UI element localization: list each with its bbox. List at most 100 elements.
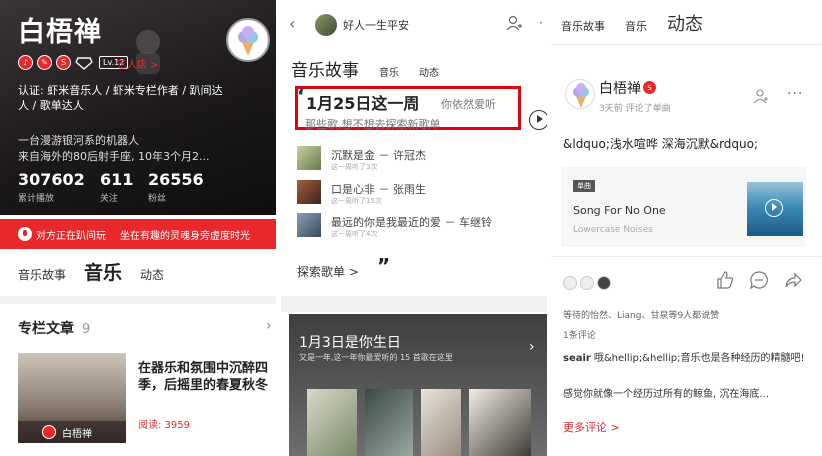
- chevron-right-icon[interactable]: ›: [266, 318, 272, 334]
- liker-avatar: [580, 276, 594, 290]
- user-avatar[interactable]: [315, 14, 337, 36]
- song-play-count: 这一周听了4次: [331, 230, 378, 238]
- profile-tabs: 音乐故事 音乐 动态: [18, 258, 164, 285]
- comment: seair 哦&hellip;&hellip;音乐也是各种经历的精髓吧!: [563, 351, 808, 367]
- play-icon[interactable]: [765, 199, 783, 217]
- section-divider: [0, 296, 276, 304]
- tab-music[interactable]: 音乐: [625, 18, 647, 34]
- comment-text-line2: 感觉你就像一个经历过所有的鲸鱼, 沉在海底...: [563, 389, 769, 400]
- back-arrow-icon[interactable]: ‹: [289, 14, 295, 33]
- quote-mark-icon: ‘: [297, 84, 305, 108]
- liker-avatar: [563, 276, 577, 290]
- comment-author[interactable]: seair: [563, 353, 591, 364]
- likes-summary[interactable]: 等待的怡然、Liang、甘泉等9人都说赞: [563, 308, 719, 321]
- profile-bio: 一台漫游银河系的机器人: [18, 134, 139, 147]
- profile-panel: 白梧禅 ♪ ✎ S Lv.12 艺人店 > 认证: 虾米音乐人 / 虾米专栏作者…: [0, 0, 276, 456]
- song-play-count: 这一周听了15次: [331, 197, 382, 205]
- diamond-icon: [75, 56, 93, 70]
- song-title[interactable]: 最远的你是我最近的爱 － 车继铃: [331, 214, 492, 230]
- add-user-icon[interactable]: [753, 88, 769, 104]
- comment-count: 1条评论: [563, 331, 596, 341]
- profile-certification: 认证: 虾米音乐人 / 虾米专栏作者 / 趴间达人 / 歌单达人: [18, 84, 223, 112]
- divider: [551, 256, 822, 257]
- section-divider: [281, 296, 547, 312]
- share-icon[interactable]: [783, 270, 803, 290]
- divider: [551, 44, 822, 45]
- chevron-right-icon[interactable]: ›: [529, 339, 535, 355]
- live-room-slogan: 坐在有趣的灵魂身旁虚度时光: [120, 230, 250, 242]
- tab-music-story[interactable]: 音乐故事: [18, 266, 66, 283]
- tab-music[interactable]: 音乐: [379, 64, 399, 79]
- article-cover-image[interactable]: 白梧禅: [18, 353, 126, 443]
- play-icon[interactable]: [529, 110, 547, 130]
- tab-music[interactable]: 音乐: [84, 258, 122, 285]
- profile-avatar[interactable]: [226, 18, 270, 62]
- weekly-text: 你依然爱听: [441, 98, 496, 111]
- single-tag: 单曲: [573, 180, 595, 192]
- song-cover[interactable]: [297, 213, 321, 237]
- badge-talent-icon: S: [56, 55, 71, 70]
- astronaut-decoration-icon: [136, 30, 160, 74]
- live-room-bar[interactable]: 对方正在趴间玩 坐在有趣的灵魂身旁虚度时光: [0, 219, 276, 249]
- article-title[interactable]: 在器乐和氛围中沉醉四季，后摇里的春夏秋冬: [138, 360, 270, 394]
- song-play-count: 这一周听了3次: [331, 163, 378, 171]
- article-author-tag: 白梧禅: [18, 421, 126, 443]
- more-comments-link[interactable]: 更多评论 >: [563, 419, 620, 435]
- weekly-date: 1月25日这一周: [306, 94, 420, 113]
- album-cover[interactable]: [469, 389, 531, 456]
- column-articles-header[interactable]: 专栏文章 9: [18, 318, 90, 338]
- article-read-count: 阅读: 3959: [138, 420, 190, 431]
- post-meta: 3天前 评论了单曲: [599, 104, 671, 114]
- post-author[interactable]: 白梧禅: [599, 78, 641, 98]
- stat-followers[interactable]: 26556 粉丝: [148, 170, 204, 204]
- stat-following[interactable]: 611 关注: [100, 170, 133, 204]
- album-cover[interactable]: [307, 389, 357, 456]
- liker-avatar: [597, 276, 611, 290]
- profile-name: 白梧禅: [18, 17, 102, 48]
- album-cover[interactable]: [421, 389, 461, 456]
- badge-music-icon: ♪: [18, 55, 33, 70]
- more-icon[interactable]: ·: [539, 16, 543, 30]
- post-text: &ldquo;浅水喧哗 深海沉默&rdquo;: [563, 137, 759, 151]
- article-count: 9: [82, 322, 91, 337]
- story-tabs: 音乐故事 音乐 动态: [291, 56, 439, 81]
- thumbs-up-icon[interactable]: [715, 270, 735, 290]
- user-avatar[interactable]: [565, 79, 595, 109]
- stat-plays[interactable]: 307602 累计播放: [18, 170, 85, 204]
- add-user-icon[interactable]: [505, 14, 523, 32]
- ice-cream-avatar-icon: [573, 83, 589, 108]
- tab-music-story[interactable]: 音乐故事: [291, 56, 359, 81]
- music-story-panel: ‹ 好人一生平安 · 音乐故事 音乐 动态 ‘ 1月25日这一周 你依然爱听 那…: [281, 0, 547, 456]
- verified-badge-icon: S: [643, 81, 656, 94]
- tab-music-story[interactable]: 音乐故事: [561, 18, 605, 34]
- artist-store-link[interactable]: 艺人店 >: [117, 56, 159, 71]
- song-cover[interactable]: [297, 146, 321, 170]
- ice-cream-avatar-icon: [238, 26, 258, 56]
- tab-activity[interactable]: 动态: [419, 64, 439, 79]
- username[interactable]: 好人一生平安: [343, 17, 409, 33]
- tab-activity[interactable]: 动态: [667, 10, 703, 36]
- profile-badges: ♪ ✎ S Lv.12: [18, 55, 129, 70]
- live-room-status: 对方正在趴间玩: [36, 230, 106, 242]
- activity-panel: 音乐故事 音乐 动态 白梧禅 S 3天前 评论了单曲 ··· &ldquo;浅水…: [551, 0, 822, 456]
- song-cover[interactable]: [297, 180, 321, 204]
- card-artist: Lowercase Noises: [573, 225, 653, 235]
- author-badge-icon: [42, 425, 56, 439]
- explore-playlists-link[interactable]: 探索歌单 >: [297, 263, 359, 280]
- song-title[interactable]: 沉默是金 － 许冠杰: [331, 147, 426, 163]
- comment-text: 哦&hellip;&hellip;音乐也是各种经历的精髓吧!: [593, 353, 805, 364]
- feed-tabs: 音乐故事 音乐 动态: [561, 10, 703, 36]
- birthday-subtitle: 又是一年,这一年你最爱听的 15 首歌在这里: [299, 353, 453, 362]
- microphone-icon: [18, 227, 32, 241]
- album-cover[interactable]: [365, 389, 413, 456]
- card-song-title: Song For No One: [573, 204, 666, 217]
- likers-avatars[interactable]: [563, 276, 611, 290]
- quote-close-icon: ”: [377, 254, 391, 278]
- badge-column-icon: ✎: [37, 55, 52, 70]
- profile-bio-detail[interactable]: 来自海外的80后射手座, 10年3个月2...: [18, 148, 209, 164]
- song-title[interactable]: 口是心非 － 张雨生: [331, 181, 426, 197]
- more-icon[interactable]: ···: [787, 86, 803, 102]
- comment-icon[interactable]: [749, 270, 769, 290]
- card-cover[interactable]: [747, 182, 803, 236]
- tab-activity[interactable]: 动态: [140, 266, 164, 283]
